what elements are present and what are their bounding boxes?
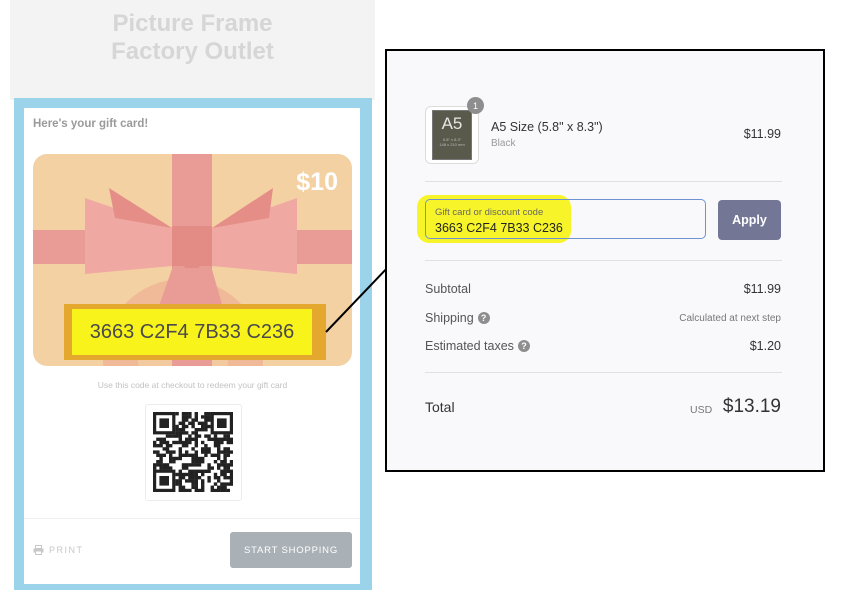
- product-title: A5 Size (5.8" x 8.3"): [491, 120, 603, 134]
- product-price: $11.99: [743, 127, 781, 141]
- subtotal-value: $11.99: [743, 282, 781, 296]
- subtotal-label: Subtotal: [425, 282, 471, 296]
- taxes-value: $1.20: [749, 339, 781, 353]
- gift-card-input-label: Gift card or discount code: [435, 207, 544, 218]
- shipping-value: Calculated at next step: [679, 313, 781, 324]
- thumbnail-size-text: A5: [441, 114, 463, 133]
- divider-after-item: [425, 181, 782, 182]
- taxes-help-icon[interactable]: ?: [517, 340, 530, 352]
- product-variant: Black: [491, 138, 516, 149]
- subtotal-label-text: Subtotal: [425, 282, 471, 296]
- shipping-help-icon[interactable]: ?: [477, 312, 490, 324]
- quantity-badge: 1: [467, 97, 484, 114]
- divider-before-total: [425, 372, 782, 373]
- shipping-label: Shipping ?: [425, 311, 490, 325]
- total-label: Total: [425, 399, 455, 415]
- product-thumbnail: A5 5.8" x 8.3" 148 x 210 mm: [432, 110, 472, 160]
- taxes-label-text: Estimated taxes: [425, 339, 514, 353]
- apply-button[interactable]: Apply: [718, 200, 781, 240]
- total-currency: USD: [690, 404, 713, 416]
- shipping-label-text: Shipping: [425, 311, 474, 325]
- divider-after-discount: [425, 260, 782, 261]
- thumbnail-mm: 148 x 210 mm: [439, 142, 465, 147]
- gift-card-input-value[interactable]: 3663 C2F4 7B33 C236: [435, 221, 563, 235]
- taxes-label: Estimated taxes ?: [425, 339, 530, 353]
- total-amount: $13.19: [722, 396, 781, 417]
